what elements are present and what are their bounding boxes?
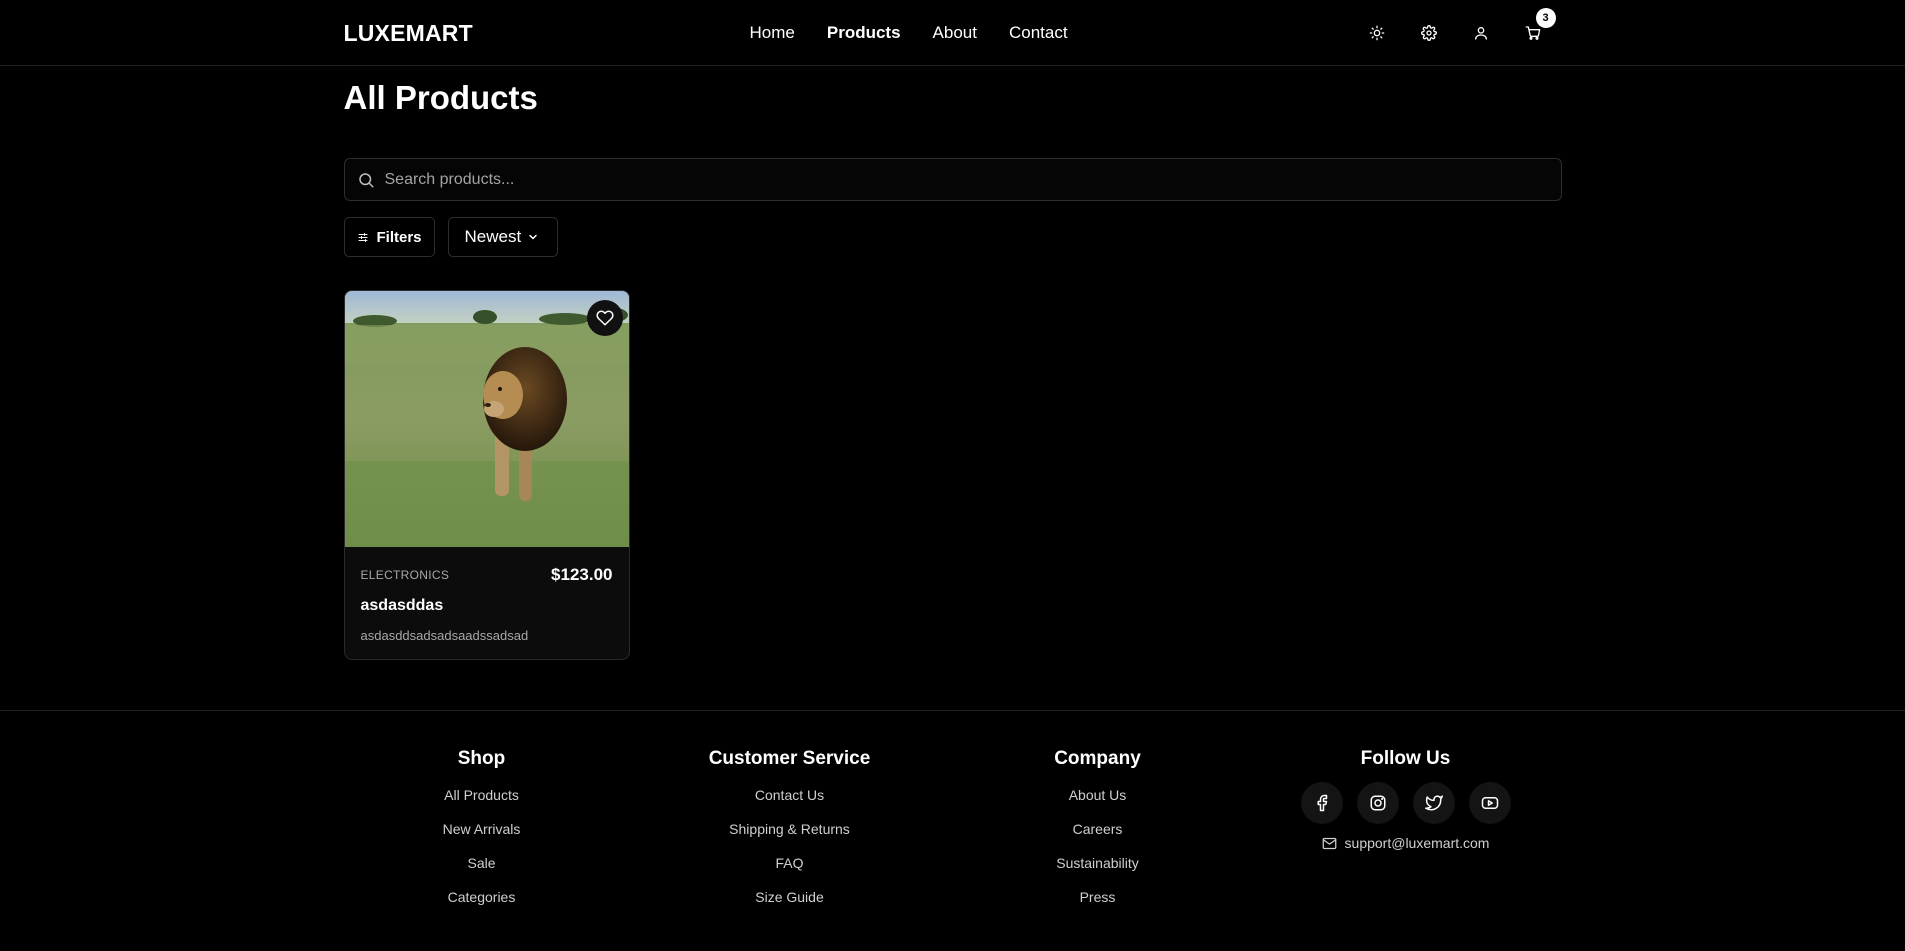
product-card[interactable]: ELECTRONICS $123.00 asdasddas asdasddsad… <box>343 290 630 660</box>
main-content: All Products Filters Newest <box>343 78 1562 660</box>
sort-selected-value: Newest <box>464 227 522 246</box>
nav-about[interactable]: About <box>933 23 977 43</box>
sliders-icon <box>357 232 367 242</box>
footer-column-company: Company About Us Careers Sustainability … <box>983 748 1213 921</box>
footer-link-size-guide[interactable]: Size Guide <box>675 887 905 921</box>
product-controls: Filters Newest <box>343 217 1562 257</box>
footer-link-sale[interactable]: Sale <box>367 853 597 887</box>
support-email-text: support@luxemart.com <box>1344 835 1490 851</box>
filters-button[interactable]: Filters <box>343 217 435 257</box>
cart-icon[interactable]: 3 <box>1522 8 1556 44</box>
social-links <box>1291 782 1521 824</box>
filters-label: Filters <box>376 228 422 246</box>
footer-link-press[interactable]: Press <box>983 887 1213 921</box>
chevron-down-icon <box>529 234 537 240</box>
footer-heading: Shop <box>457 748 506 769</box>
gear-icon[interactable] <box>1418 22 1440 44</box>
search-input[interactable] <box>384 170 1561 189</box>
search-icon <box>358 172 373 187</box>
product-category: ELECTRONICS <box>360 568 450 582</box>
footer-column-follow-us: Follow Us support@luxemart.com <box>1291 748 1521 851</box>
favorite-button[interactable] <box>586 300 623 336</box>
product-price: $123.00 <box>551 565 613 584</box>
user-icon[interactable] <box>1470 22 1492 44</box>
nav-products[interactable]: Products <box>827 23 901 43</box>
heart-icon <box>595 310 614 326</box>
main-nav: Home Products About Contact <box>750 0 1068 66</box>
footer-link-categories[interactable]: Categories <box>367 887 597 921</box>
header-actions: 3 <box>1366 0 1556 66</box>
cart-count-badge: 3 <box>1535 8 1556 28</box>
footer-link-shipping-returns[interactable]: Shipping & Returns <box>675 819 905 853</box>
product-image[interactable] <box>344 291 629 547</box>
site-header: LUXEMART Home Products About Contact 3 <box>0 0 1905 66</box>
sun-icon[interactable] <box>1366 22 1388 44</box>
youtube-icon[interactable] <box>1468 782 1511 824</box>
nav-home[interactable]: Home <box>750 23 795 43</box>
footer-heading: Customer Service <box>708 748 871 769</box>
product-name[interactable]: asdasddas <box>361 597 613 615</box>
site-footer: Shop All Products New Arrivals Sale Cate… <box>0 710 1905 950</box>
mail-icon <box>1322 837 1336 849</box>
facebook-icon[interactable] <box>1300 782 1343 824</box>
support-email[interactable]: support@luxemart.com <box>1291 835 1521 851</box>
logo[interactable]: LUXEMART <box>344 20 473 47</box>
nav-contact[interactable]: Contact <box>1009 23 1068 43</box>
footer-heading: Follow Us <box>1360 748 1451 769</box>
product-grid: ELECTRONICS $123.00 asdasddas asdasddsad… <box>343 290 1562 660</box>
sort-select[interactable]: Newest <box>447 217 558 257</box>
footer-column-shop: Shop All Products New Arrivals Sale Cate… <box>367 748 597 921</box>
product-info: ELECTRONICS $123.00 asdasddas asdasddsad… <box>345 547 629 643</box>
footer-link-all-products[interactable]: All Products <box>367 785 597 819</box>
page-title: All Products <box>343 79 538 116</box>
footer-link-faq[interactable]: FAQ <box>675 853 905 887</box>
footer-link-careers[interactable]: Careers <box>983 819 1213 853</box>
footer-link-new-arrivals[interactable]: New Arrivals <box>367 819 597 853</box>
footer-column-customer-service: Customer Service Contact Us Shipping & R… <box>675 748 905 921</box>
footer-link-sustainability[interactable]: Sustainability <box>983 853 1213 887</box>
footer-link-about-us[interactable]: About Us <box>983 785 1213 819</box>
instagram-icon[interactable] <box>1356 782 1399 824</box>
product-description: asdasddsadsadsaadssadsad <box>360 628 529 643</box>
search-box <box>343 158 1562 201</box>
twitter-icon[interactable] <box>1412 782 1455 824</box>
footer-heading: Company <box>1054 748 1141 769</box>
footer-link-contact-us[interactable]: Contact Us <box>675 785 905 819</box>
